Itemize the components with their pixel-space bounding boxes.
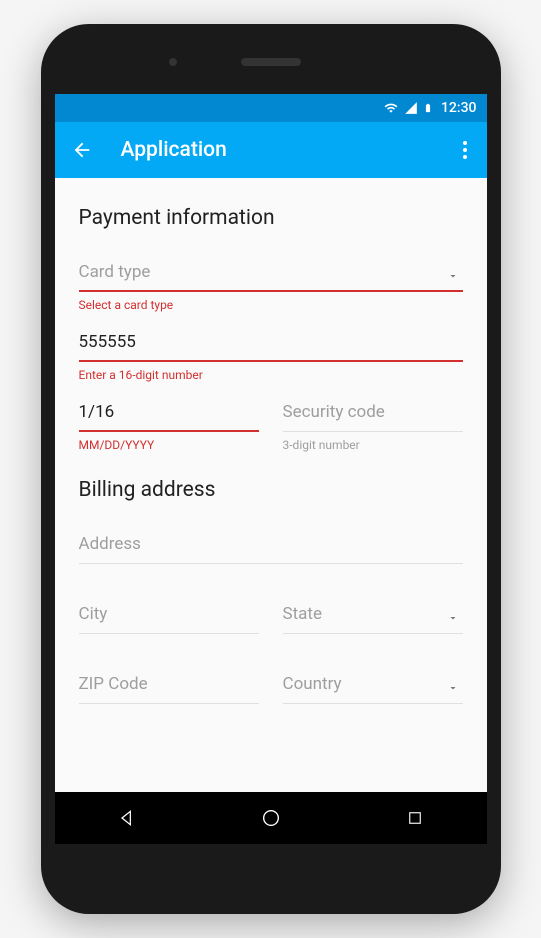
city-field[interactable]: City <box>79 600 259 634</box>
chevron-down-icon <box>447 612 459 624</box>
nav-recent-icon[interactable] <box>395 798 435 838</box>
state-helper <box>283 640 463 656</box>
payment-heading: Payment information <box>79 206 463 230</box>
speaker-grill <box>241 58 301 66</box>
card-number-field[interactable]: 555555 <box>79 328 463 362</box>
security-code-field[interactable]: Security code <box>283 398 463 432</box>
zip-input[interactable]: ZIP Code <box>79 670 259 704</box>
card-type-select[interactable]: Card type <box>79 258 463 292</box>
city-helper <box>79 640 259 656</box>
billing-heading: Billing address <box>79 478 463 502</box>
cell-signal-icon <box>403 101 419 115</box>
expiry-input[interactable]: 1/16 <box>79 398 259 432</box>
card-number-error: Enter a 16-digit number <box>79 368 463 384</box>
security-code-input[interactable]: Security code <box>283 398 463 432</box>
address-input[interactable]: Address <box>79 530 463 564</box>
content-area: Payment information Card type Select a c… <box>55 178 487 792</box>
wifi-icon <box>383 101 399 115</box>
address-field[interactable]: Address <box>79 530 463 564</box>
chevron-down-icon <box>447 682 459 694</box>
country-select[interactable]: Country <box>283 670 463 704</box>
expiry-helper: MM/DD/YYYY <box>79 438 259 454</box>
overflow-menu-icon[interactable] <box>459 133 471 167</box>
chevron-down-icon <box>447 270 459 282</box>
phone-frame: 12:30 Application Payment information Ca… <box>41 24 501 914</box>
app-bar: Application <box>55 122 487 178</box>
country-field[interactable]: Country <box>283 670 463 704</box>
state-select[interactable]: State <box>283 600 463 634</box>
state-field[interactable]: State <box>283 600 463 634</box>
battery-icon <box>423 100 433 116</box>
address-helper <box>79 570 463 586</box>
city-input[interactable]: City <box>79 600 259 634</box>
security-code-helper: 3-digit number <box>283 438 463 454</box>
card-type-error: Select a card type <box>79 298 463 314</box>
back-arrow-icon[interactable] <box>71 139 93 161</box>
camera-dot <box>169 58 177 66</box>
card-type-field[interactable]: Card type <box>79 258 463 292</box>
nav-home-icon[interactable] <box>251 798 291 838</box>
expiry-field[interactable]: 1/16 <box>79 398 259 432</box>
status-time: 12:30 <box>441 100 477 116</box>
nav-back-icon[interactable] <box>107 798 147 838</box>
status-bar: 12:30 <box>55 94 487 122</box>
zip-field[interactable]: ZIP Code <box>79 670 259 704</box>
navigation-bar <box>55 792 487 844</box>
screen: 12:30 Application Payment information Ca… <box>55 94 487 844</box>
card-number-input[interactable]: 555555 <box>79 328 463 362</box>
app-title: Application <box>121 138 431 162</box>
